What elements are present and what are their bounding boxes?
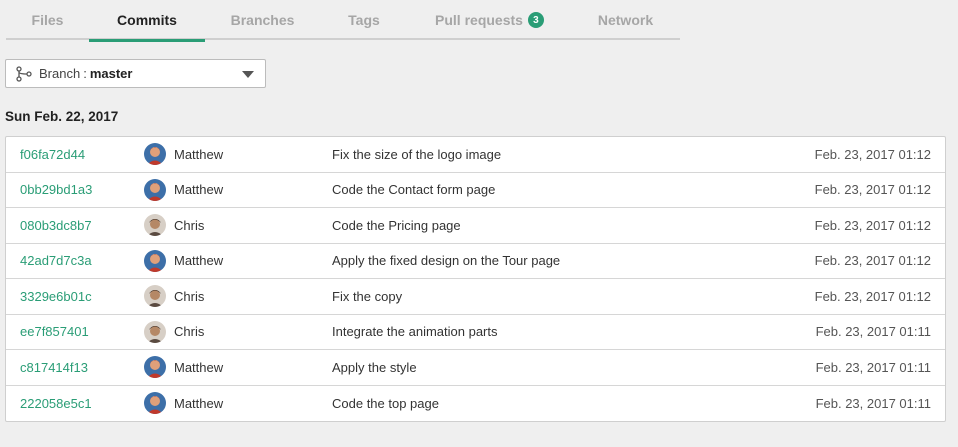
avatar xyxy=(144,356,166,379)
tab-bar: Files Commits Branches Tags Pull request… xyxy=(6,0,680,42)
commit-sha-link[interactable]: f06fa72d44 xyxy=(20,147,85,162)
author-name: Matthew xyxy=(174,395,224,411)
author-name: Matthew xyxy=(174,182,224,198)
tab-branches[interactable]: Branches xyxy=(205,0,320,40)
commit-row: ee7f857401 Chris Integrate the animation… xyxy=(6,315,945,350)
commit-author: Chris xyxy=(144,214,205,237)
avatar xyxy=(144,320,166,343)
commit-sha-link[interactable]: ee7f857401 xyxy=(20,324,89,339)
author-name: Chris xyxy=(174,217,205,233)
commit-message[interactable]: Code the top page xyxy=(332,396,439,411)
commit-timestamp: Feb. 23, 2017 01:12 xyxy=(814,288,931,304)
author-name: Matthew xyxy=(174,146,224,162)
commit-sha-link[interactable]: 3329e6b01c xyxy=(20,289,92,304)
commit-timestamp: Feb. 23, 2017 01:11 xyxy=(815,395,931,411)
commit-timestamp: Feb. 23, 2017 01:12 xyxy=(814,146,931,162)
author-name: Matthew xyxy=(174,253,224,269)
commit-sha-link[interactable]: 080b3dc8b7 xyxy=(20,218,92,233)
avatar xyxy=(144,285,166,308)
commit-sha-link[interactable]: c817414f13 xyxy=(20,360,88,375)
tab-tags[interactable]: Tags xyxy=(320,0,408,40)
commit-sha-link[interactable]: 222058e5c1 xyxy=(20,396,92,411)
commit-message[interactable]: Fix the copy xyxy=(332,289,402,304)
commit-author: Matthew xyxy=(144,356,224,379)
tab-files[interactable]: Files xyxy=(6,0,89,40)
avatar xyxy=(144,249,166,272)
tab-label: Tags xyxy=(348,12,380,28)
branch-label: Branch xyxy=(39,66,81,81)
commit-date-heading: Sun Feb. 22, 2017 xyxy=(5,109,119,124)
tab-commits[interactable]: Commits xyxy=(89,0,205,42)
commit-author: Chris xyxy=(144,285,205,308)
commit-row: 42ad7d7c3a Matthew Apply the fixed desig… xyxy=(6,244,945,279)
avatar xyxy=(144,214,166,237)
commit-timestamp: Feb. 23, 2017 01:12 xyxy=(814,217,931,233)
author-name: Chris xyxy=(174,288,205,304)
tab-label: Network xyxy=(597,12,654,28)
commit-row: 3329e6b01c Chris Fix the copy Feb. 23, 2… xyxy=(6,279,945,315)
commit-sha-link[interactable]: 42ad7d7c3a xyxy=(20,253,92,268)
tab-pull-requests[interactable]: Pull requests 3 xyxy=(408,0,571,40)
commit-author: Chris xyxy=(144,320,205,343)
commit-message[interactable]: Code the Contact form page xyxy=(332,182,495,197)
commit-timestamp: Feb. 23, 2017 01:11 xyxy=(815,324,931,340)
commit-sha-link[interactable]: 0bb29bd1a3 xyxy=(20,182,92,197)
avatar xyxy=(144,178,166,201)
commit-timestamp: Feb. 23, 2017 01:11 xyxy=(815,359,931,375)
commit-row: 080b3dc8b7 Chris Code the Pricing page F… xyxy=(6,208,945,244)
branch-dropdown[interactable]: Branch : master xyxy=(5,59,266,88)
branch-colon: : xyxy=(83,66,87,81)
chevron-down-icon xyxy=(242,71,254,78)
commit-author: Matthew xyxy=(144,143,224,166)
commit-author: Matthew xyxy=(144,249,224,272)
git-branch-icon xyxy=(16,65,32,82)
commit-message[interactable]: Apply the style xyxy=(332,360,417,375)
commit-row: 222058e5c1 Matthew Code the top page Feb… xyxy=(6,386,945,422)
tab-label: Files xyxy=(31,12,64,28)
branch-value: master xyxy=(89,66,133,81)
author-name: Matthew xyxy=(174,359,224,375)
pull-requests-count-badge: 3 xyxy=(527,12,544,28)
avatar xyxy=(144,392,166,415)
commit-row: 0bb29bd1a3 Matthew Code the Contact form… xyxy=(6,173,945,208)
avatar xyxy=(144,143,166,166)
tab-label: Commits xyxy=(117,12,177,28)
commit-message[interactable]: Code the Pricing page xyxy=(332,218,461,233)
commit-row: f06fa72d44 Matthew Fix the size of the l… xyxy=(6,137,945,173)
tab-label: Branches xyxy=(230,12,295,28)
commit-list: f06fa72d44 Matthew Fix the size of the l… xyxy=(5,136,946,422)
tab-network[interactable]: Network xyxy=(571,0,680,40)
commit-timestamp: Feb. 23, 2017 01:12 xyxy=(814,253,931,269)
commit-message[interactable]: Fix the size of the logo image xyxy=(332,147,501,162)
author-name: Chris xyxy=(174,324,205,340)
commit-message[interactable]: Integrate the animation parts xyxy=(332,324,498,339)
commit-author: Matthew xyxy=(144,178,224,201)
commit-row: c817414f13 Matthew Apply the style Feb. … xyxy=(6,350,945,386)
commit-timestamp: Feb. 23, 2017 01:12 xyxy=(814,182,931,198)
tab-label: Pull requests xyxy=(435,12,523,28)
commit-message[interactable]: Apply the fixed design on the Tour page xyxy=(332,253,560,268)
commit-author: Matthew xyxy=(144,392,224,415)
